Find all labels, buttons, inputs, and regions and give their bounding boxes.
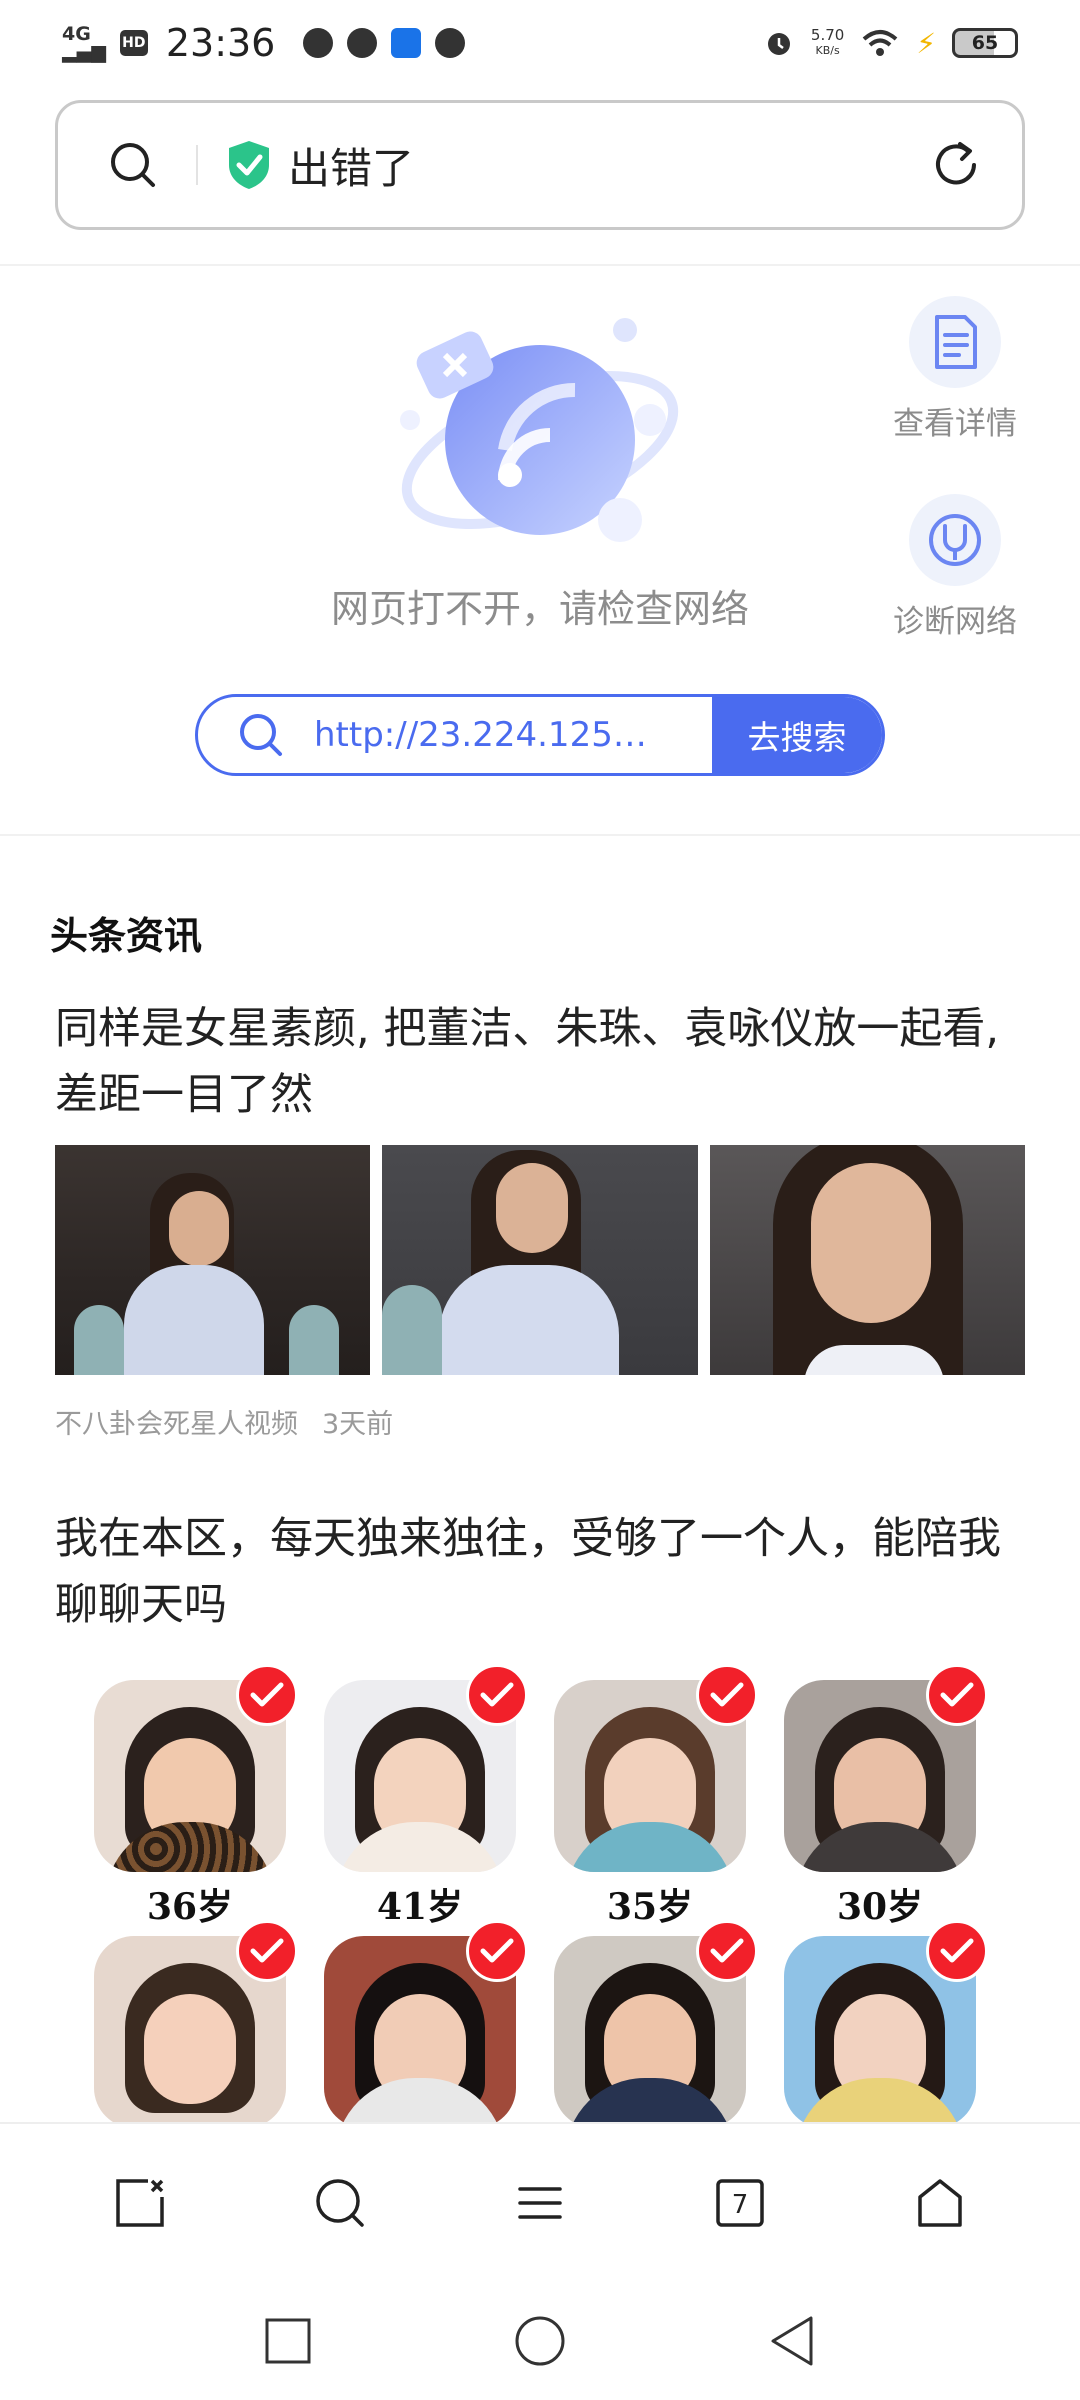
- home-button[interactable]: [880, 2153, 1000, 2253]
- stethoscope-icon: [929, 514, 981, 566]
- profile-card[interactable]: 30岁: [784, 1664, 988, 1930]
- menu-icon: [518, 2187, 562, 2219]
- checkmark-icon: [466, 1920, 528, 1982]
- profile-card[interactable]: 36岁: [94, 1664, 298, 1930]
- news-image[interactable]: [709, 1145, 1025, 1375]
- divider: [0, 264, 1080, 266]
- wechat-icon: [303, 28, 334, 58]
- divider: [0, 834, 1080, 836]
- app-notification-icon-2: [391, 28, 422, 58]
- url-input[interactable]: http://23.224.125.…: [314, 715, 654, 755]
- url-search-box[interactable]: http://23.224.125.… 去搜索: [195, 694, 885, 776]
- diagnose-network-label: 诊断网络: [893, 604, 1017, 640]
- news-image[interactable]: [55, 1145, 371, 1375]
- checkmark-icon: [926, 1920, 988, 1982]
- hd-voice-icon: HD: [119, 30, 148, 56]
- checkmark-icon: [696, 1664, 758, 1726]
- view-details-button[interactable]: 查看详情: [880, 296, 1030, 443]
- shield-icon: [229, 141, 269, 189]
- news-headline-1[interactable]: 同样是女星素颜, 把董洁、朱珠、袁咏仪放一起看, 差距一目了然: [55, 996, 1025, 1128]
- news-headline-2[interactable]: 我在本区，每天独来独往，受够了一个人，能陪我聊聊天吗: [55, 1506, 1025, 1638]
- recents-icon[interactable]: [263, 2316, 313, 2366]
- search-button[interactable]: [280, 2153, 400, 2253]
- cellular-signal-icon: 4G ▂▄▆: [62, 23, 106, 63]
- charging-icon: ⚡: [916, 26, 936, 60]
- back-icon[interactable]: [767, 2314, 817, 2368]
- check-notification-icon: [435, 28, 466, 58]
- address-bar[interactable]: 出错了: [55, 100, 1025, 230]
- app-notification-icon: [347, 28, 378, 58]
- address-divider: [196, 145, 198, 185]
- profile-card[interactable]: [784, 1920, 988, 2128]
- alarm-icon: [767, 33, 790, 55]
- refresh-icon[interactable]: [930, 139, 982, 191]
- network-speed: 5.70 KB/s: [810, 26, 845, 58]
- news-time: 3天前: [322, 1409, 394, 1440]
- profile-card[interactable]: 41岁: [324, 1664, 528, 1930]
- menu-button[interactable]: [480, 2153, 600, 2253]
- news-image-row[interactable]: [55, 1145, 1025, 1375]
- search-icon: [240, 714, 282, 756]
- bottom-toolbar: 7: [0, 2122, 1080, 2282]
- document-icon: [935, 315, 977, 369]
- home-icon: [918, 2179, 962, 2227]
- go-search-button[interactable]: 去搜索: [712, 697, 882, 773]
- news-image[interactable]: [382, 1145, 698, 1375]
- close-page-icon: [116, 2179, 164, 2227]
- checkmark-icon: [926, 1664, 988, 1726]
- network-error-illustration: [400, 318, 679, 542]
- search-icon: [316, 2179, 364, 2227]
- status-bar: 4G ▂▄▆ HD 23:36 5.70 KB/s ⚡ 65: [0, 0, 1080, 86]
- news-source: 不八卦会死星人视频: [55, 1409, 298, 1440]
- profile-card[interactable]: [94, 1920, 298, 2128]
- close-page-button[interactable]: [80, 2153, 200, 2253]
- diagnose-network-button[interactable]: 诊断网络: [880, 494, 1030, 641]
- view-details-label: 查看详情: [893, 406, 1017, 442]
- news-meta: 不八卦会死星人视频 3天前: [55, 1402, 393, 1441]
- home-nav-icon[interactable]: [513, 2314, 567, 2368]
- profile-card[interactable]: 35岁: [554, 1664, 758, 1930]
- wifi-icon: [863, 30, 898, 56]
- page-title[interactable]: 出错了: [288, 135, 414, 196]
- clock: 23:36: [165, 21, 276, 65]
- profile-card[interactable]: [324, 1920, 528, 2128]
- checkmark-icon: [236, 1920, 298, 1982]
- tab-count: 7: [732, 2190, 749, 2220]
- search-icon[interactable]: [108, 140, 158, 190]
- tabs-button[interactable]: 7: [680, 2153, 800, 2253]
- profile-card[interactable]: [554, 1920, 758, 2128]
- battery-indicator: 65: [952, 28, 1018, 58]
- system-navigation-bar: [0, 2282, 1080, 2400]
- checkmark-icon: [236, 1664, 298, 1726]
- checkmark-icon: [696, 1920, 758, 1982]
- news-section-title: 头条资讯: [50, 914, 203, 958]
- checkmark-icon: [466, 1664, 528, 1726]
- tabs-icon: 7: [716, 2179, 764, 2227]
